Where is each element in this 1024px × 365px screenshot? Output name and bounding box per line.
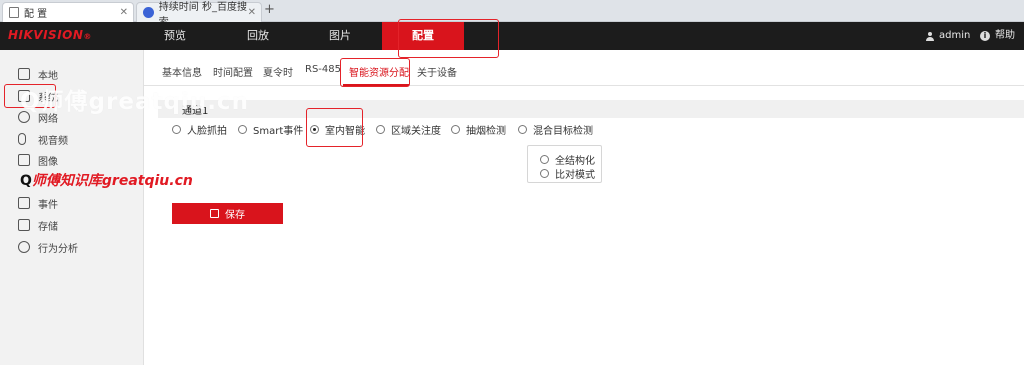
tab-basic-info[interactable]: 基本信息: [162, 64, 202, 79]
save-icon: [210, 209, 219, 218]
page-icon: [9, 7, 19, 18]
option-region-attention[interactable]: 区域关注度: [376, 122, 441, 137]
sidebar-item-behavior-analysis[interactable]: 行为分析: [18, 237, 78, 257]
storage-icon: [18, 219, 30, 231]
browser-tab-baidu[interactable]: 持续时间 秒_百度搜索 ✕: [136, 2, 262, 28]
sidebar-item-image[interactable]: 图像: [18, 150, 58, 170]
option-smart-event[interactable]: Smart事件: [238, 122, 304, 137]
help-button[interactable]: i 帮助: [980, 22, 1015, 50]
annotation-box-config: [398, 19, 499, 58]
user-icon: [926, 31, 934, 41]
sidebar-item-label: 存储: [38, 221, 58, 233]
section-header: [158, 100, 1024, 118]
monitor-icon: [18, 68, 30, 80]
radio-icon[interactable]: [451, 124, 460, 134]
browser-tab-bar: 配 置 ✕ 持续时间 秒_百度搜索 ✕ +: [0, 0, 1024, 28]
baidu-paw-icon: [143, 7, 154, 18]
option-label: Smart事件: [253, 125, 304, 137]
nav-playback[interactable]: 回放: [218, 22, 298, 50]
behavior-icon: [18, 241, 30, 253]
option-smoking-detection[interactable]: 抽烟检测: [451, 122, 506, 137]
top-navigation: HIKVISION® 预览 回放 图片 配置 admin i 帮助: [0, 22, 1024, 50]
new-tab-button[interactable]: +: [264, 2, 275, 17]
sidebar-item-local[interactable]: 本地: [18, 64, 58, 84]
mixed-mode-popup: 全结构化 比对模式: [527, 145, 602, 183]
option-full-structured[interactable]: 全结构化: [540, 152, 595, 167]
option-label: 区域关注度: [391, 125, 441, 137]
tab-time-config[interactable]: 时间配置: [213, 64, 253, 79]
sidebar-item-video-audio[interactable]: 视音频: [18, 129, 68, 149]
help-icon: i: [980, 31, 990, 41]
sidebar-item-label: 图像: [38, 156, 58, 168]
option-label: 人脸抓拍: [187, 125, 227, 137]
nav-preview[interactable]: 预览: [135, 22, 215, 50]
close-icon[interactable]: ✕: [248, 7, 256, 18]
save-label: 保存: [225, 210, 245, 221]
option-label: 抽烟检测: [466, 125, 506, 137]
sidebar-item-label: 视音频: [38, 135, 68, 147]
radio-icon[interactable]: [518, 124, 527, 134]
nav-picture[interactable]: 图片: [300, 22, 380, 50]
help-label: 帮助: [995, 30, 1015, 41]
sidebar-item-label: 行为分析: [38, 243, 78, 255]
sidebar-item-storage[interactable]: 存储: [18, 215, 58, 235]
option-label: 全结构化: [555, 155, 595, 167]
option-label: 比对模式: [555, 169, 595, 181]
user-menu[interactable]: admin: [926, 22, 970, 50]
watermark-large: Q师傅greatqiu.cn: [20, 89, 249, 115]
option-face-capture[interactable]: 人脸抓拍: [172, 122, 227, 137]
option-label: 混合目标检测: [533, 125, 593, 137]
close-icon[interactable]: ✕: [120, 7, 128, 18]
save-button[interactable]: 保存: [172, 203, 283, 224]
annotation-box-indoor-smart: [306, 108, 363, 147]
radio-icon[interactable]: [376, 124, 385, 134]
username: admin: [939, 30, 971, 41]
calendar-icon: [18, 197, 30, 209]
option-comparison-mode[interactable]: 比对模式: [540, 166, 595, 181]
radio-icon[interactable]: [540, 154, 549, 164]
sidebar-item-label: 事件: [38, 199, 58, 211]
sub-tabs: 基本信息 时间配置 夏令时 RS-485 智能资源分配 关于设备: [144, 50, 1024, 86]
radio-icon[interactable]: [238, 124, 247, 134]
annotation-box-smart-resource: [340, 58, 410, 87]
sidebar-item-label: 本地: [38, 70, 58, 82]
browser-tab-config[interactable]: 配 置 ✕: [2, 2, 134, 22]
tab-rs485[interactable]: RS-485: [305, 64, 341, 75]
hikvision-logo: HIKVISION®: [8, 28, 92, 42]
browser-tab-title: 配 置: [24, 9, 48, 20]
option-mixed-target-detection[interactable]: 混合目标检测: [518, 122, 593, 137]
tab-about-device[interactable]: 关于设备: [417, 64, 457, 79]
sidebar-item-event[interactable]: 事件: [18, 193, 58, 213]
radio-icon[interactable]: [172, 124, 181, 134]
radio-icon[interactable]: [540, 168, 549, 178]
mic-icon: [18, 133, 26, 145]
watermark-small: Q师傅知识库greatqiu.cn: [20, 173, 193, 189]
tab-dst[interactable]: 夏令时: [263, 64, 293, 79]
image-icon: [18, 154, 30, 166]
